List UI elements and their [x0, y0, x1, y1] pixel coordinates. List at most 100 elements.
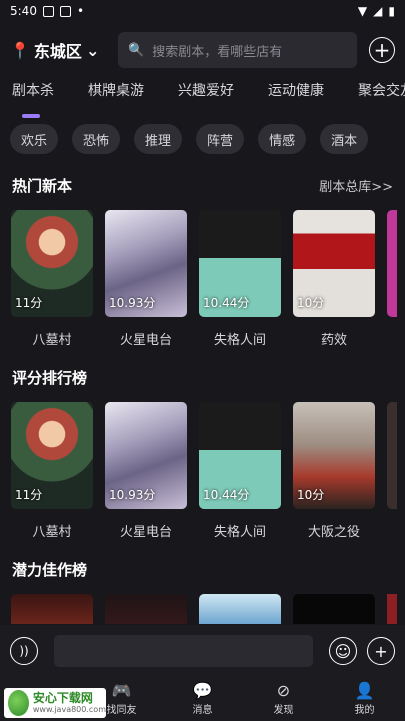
tab-mine[interactable]: 👤 我的 — [324, 677, 405, 721]
tab-jubensha[interactable]: 剧本杀 — [12, 80, 54, 110]
partial-card[interactable] — [387, 210, 397, 317]
photo-notification-icon — [59, 5, 71, 17]
tag-filters: 欢乐 恐怖 推理 阵营 情感 酒本 — [0, 110, 405, 170]
script-card[interactable]: 10分 药效 — [293, 210, 375, 362]
rank-list: 11分 八墓村 10.93分 火星电台 10.44分 失格人间 10分 大阪之役 — [0, 392, 405, 554]
poster-image: 10.93分 — [105, 210, 187, 317]
add-attachment-icon[interactable]: + — [367, 637, 395, 665]
add-button[interactable]: + — [369, 37, 395, 63]
tab-label: 我的 — [354, 704, 375, 716]
tab-label: 找同友 — [106, 704, 137, 716]
tab-label: 发现 — [273, 704, 294, 716]
section-title: 热门新本 — [12, 176, 73, 195]
poster-image: 10分 — [293, 210, 375, 317]
script-card[interactable]: 10.44分 失格人间 — [199, 402, 281, 554]
score-badge: 11分 — [15, 488, 43, 502]
tag-chip[interactable]: 推理 — [134, 124, 183, 154]
poster-image[interactable] — [199, 594, 281, 624]
script-title: 火星电台 — [119, 525, 172, 540]
score-badge: 11分 — [15, 296, 43, 310]
tab-discover[interactable]: ⊘ 发现 — [243, 677, 324, 721]
active-tab-indicator — [22, 114, 40, 118]
location-selector[interactable]: 📍 东城区 ⌄ — [10, 38, 110, 62]
gamepad-icon: 🎮 — [111, 680, 132, 700]
script-card[interactable]: 11分 八墓村 — [11, 210, 93, 362]
search-input[interactable]: 🔍 搜索剧本，看哪些店有 — [118, 32, 357, 68]
section-title: 潜力佳作榜 — [12, 560, 88, 579]
score-badge: 10分 — [297, 296, 325, 310]
watermark-logo: 安心下载网 www.java800.com — [4, 688, 106, 718]
partial-card[interactable] — [387, 594, 397, 624]
score-badge: 10.93分 — [109, 488, 156, 502]
script-title: 失格人间 — [213, 333, 266, 348]
tab-board-games[interactable]: 棋牌桌游 — [88, 80, 144, 110]
hot-list: 11分 八墓村 10.93分 火星电台 10.44分 失格人间 10分 药效 — [0, 200, 405, 362]
score-badge: 10分 — [297, 488, 325, 502]
watermark-sub: www.java800.com — [32, 705, 106, 714]
top-bar: 📍 东城区 ⌄ 🔍 搜索剧本，看哪些店有 + — [0, 22, 405, 72]
tab-hobbies[interactable]: 兴趣爱好 — [178, 80, 234, 110]
message-input[interactable] — [54, 635, 313, 667]
dot-icon: • — [76, 4, 85, 18]
voice-input-icon[interactable]: )) — [10, 637, 38, 665]
script-title: 八墓村 — [32, 525, 72, 540]
chevron-down-icon: ⌄ — [85, 40, 100, 60]
score-badge: 10.44分 — [203, 296, 250, 310]
score-badge: 10.44分 — [203, 488, 250, 502]
signal-icon: ◢ — [373, 4, 383, 18]
script-card[interactable]: 10.93分 火星电台 — [105, 402, 187, 554]
wifi-icon: ▼ — [357, 4, 368, 18]
location-pin-icon: 📍 — [10, 40, 30, 60]
script-card[interactable]: 11分 八墓村 — [11, 402, 93, 554]
script-title: 八墓村 — [32, 333, 72, 348]
compass-icon: ⊘ — [276, 680, 291, 700]
tab-sports[interactable]: 运动健康 — [268, 80, 324, 110]
shield-logo-icon — [8, 690, 29, 716]
search-placeholder: 搜索剧本，看哪些店有 — [152, 44, 283, 60]
tab-party[interactable]: 聚会交友 — [358, 80, 405, 110]
script-title: 失格人间 — [213, 525, 266, 540]
chat-bubble-icon: 💬 — [192, 680, 213, 700]
poster-image[interactable] — [293, 594, 375, 624]
user-icon: 👤 — [354, 680, 375, 700]
tab-messages[interactable]: 💬 消息 — [162, 677, 243, 721]
script-title: 药效 — [320, 333, 347, 348]
script-card[interactable]: 10.44分 失格人间 — [199, 210, 281, 362]
category-tabs: 剧本杀 棋牌桌游 兴趣爱好 运动健康 聚会交友 — [0, 72, 405, 110]
script-card[interactable]: 10分 大阪之役 — [293, 402, 375, 554]
poster-image: 10分 — [293, 402, 375, 509]
potential-section-header: 潜力佳作榜 — [0, 554, 405, 584]
location-label: 东城区 — [33, 42, 82, 61]
potential-list — [0, 584, 405, 624]
poster-image[interactable] — [105, 594, 187, 624]
chat-input-bar: )) ☺ + — [0, 625, 405, 677]
rank-section-header: 评分排行榜 — [0, 362, 405, 392]
status-time: 5:40 — [10, 4, 37, 18]
script-card[interactable]: 10.93分 火星电台 — [105, 210, 187, 362]
notification-icon — [42, 5, 54, 17]
poster-image: 11分 — [11, 210, 93, 317]
script-title: 大阪之役 — [307, 525, 360, 540]
poster-image: 11分 — [11, 402, 93, 509]
script-title: 火星电台 — [119, 333, 172, 348]
tag-chip[interactable]: 情感 — [258, 124, 307, 154]
poster-image: 10.44分 — [199, 402, 281, 509]
script-library-link[interactable]: 剧本总库>> — [319, 176, 393, 195]
emoji-icon[interactable]: ☺ — [329, 637, 357, 665]
poster-image: 10.93分 — [105, 402, 187, 509]
watermark-main: 安心下载网 — [32, 691, 93, 705]
tag-chip[interactable]: 欢乐 — [10, 124, 59, 154]
hot-section-header: 热门新本 剧本总库>> — [0, 170, 405, 200]
section-title: 评分排行榜 — [12, 368, 88, 387]
battery-icon: ▮ — [388, 4, 395, 18]
tag-chip[interactable]: 酒本 — [320, 124, 369, 154]
poster-image[interactable] — [11, 594, 93, 624]
tab-label: 消息 — [192, 704, 213, 716]
status-bar: 5:40 • ▼ ◢ ▮ — [0, 0, 405, 22]
tag-chip[interactable]: 阵营 — [196, 124, 245, 154]
poster-image: 10.44分 — [199, 210, 281, 317]
score-badge: 10.93分 — [109, 296, 156, 310]
search-icon: 🔍 — [128, 42, 145, 58]
partial-card[interactable] — [387, 402, 397, 509]
tag-chip[interactable]: 恐怖 — [72, 124, 121, 154]
